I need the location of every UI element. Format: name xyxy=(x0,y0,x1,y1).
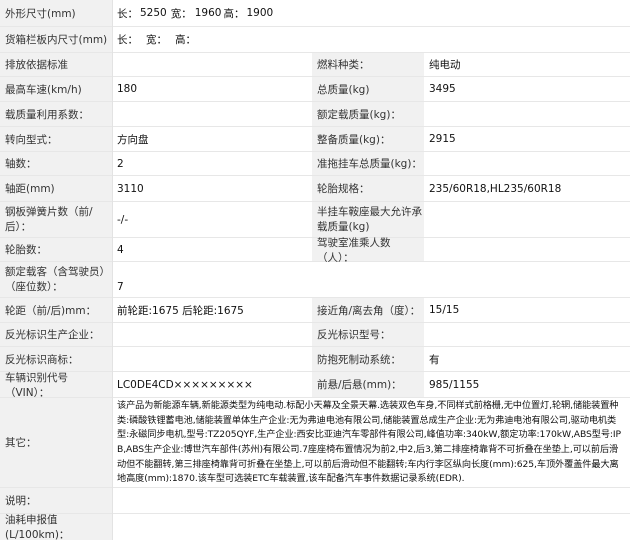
track-width-label: 轮距（前/后)mm： xyxy=(0,298,112,322)
cargo-width-label: 宽： xyxy=(146,34,167,46)
cargo-box-label: 货箱栏板内尺寸(mm) xyxy=(0,27,112,52)
row-reflector-abs: 反光标识商标： 防抱死制动系统： 有 xyxy=(0,347,630,372)
rated-load-label: 额定载质量(kg)： xyxy=(312,102,424,126)
tire-spec-label: 轮胎规格： xyxy=(312,176,424,201)
column-divider-left xyxy=(112,0,113,540)
reflector-model-label: 反光标识型号： xyxy=(312,323,424,346)
approach-departure-value: 15/15 xyxy=(424,298,630,322)
fuel-consumption-value xyxy=(112,514,630,540)
tire-spec-value: 235/60R18,HL235/60R18 xyxy=(424,176,630,201)
track-width-value: 前轮距:1675 后轮距:1675 xyxy=(112,298,312,322)
row-reflector-mfr: 反光标识生产企业： 反光标识型号： xyxy=(0,323,630,347)
tire-count-value: 4 xyxy=(112,238,312,261)
row-vin-overhang: 车辆识别代号（VIN）： LC0DE4CD××××××××× 前悬/后悬(mm)… xyxy=(0,372,630,399)
width-label: 宽： xyxy=(170,7,192,20)
approach-departure-label: 接近角/离去角（度）： xyxy=(312,298,424,322)
row-axles-trailer: 轴数： 2 准拖挂车总质量(kg)： xyxy=(0,152,630,176)
row-speed-mass: 最高车速(km/h) 180 总质量(kg) 3495 xyxy=(0,77,630,102)
steering-type-value: 方向盘 xyxy=(112,127,312,151)
other-value: 该产品为新能源车辆,新能源类型为纯电动.标配小天幕及全景天幕.选装双色车身,不同… xyxy=(112,398,630,487)
emission-standard-value xyxy=(112,53,312,76)
rated-passengers-label: 额定载客（含驾驶员）（座位数）： xyxy=(0,262,112,297)
axle-count-label: 轴数： xyxy=(0,152,112,175)
leaf-spring-value: -/- xyxy=(112,202,312,237)
reflector-brand-label: 反光标识商标： xyxy=(0,347,112,371)
tire-count-label: 轮胎数： xyxy=(0,238,112,261)
trailer-mass-label: 准拖挂车总质量(kg)： xyxy=(312,152,424,175)
cargo-length-label: 长： xyxy=(117,34,138,46)
reflector-brand-value xyxy=(112,347,312,371)
row-rated-passengers: 额定载客（含驾驶员）（座位数）： 7 xyxy=(0,262,630,298)
max-speed-label: 最高车速(km/h) xyxy=(0,77,112,101)
load-utilization-value xyxy=(112,102,312,126)
wheelbase-label: 轴距(mm) xyxy=(0,176,112,201)
notes-label: 说明： xyxy=(0,488,112,513)
curb-mass-label: 整备质量(kg)： xyxy=(312,127,424,151)
fuel-type-label: 燃料种类： xyxy=(312,53,424,76)
row-steering-curb: 转向型式： 方向盘 整备质量(kg)： 2915 xyxy=(0,127,630,152)
row-springs-saddle: 钢板弹簧片数（前/后）： -/- 半挂车鞍座最大允许承载质量(kg) xyxy=(0,202,630,238)
reflector-model-value xyxy=(424,323,630,346)
wheelbase-value: 3110 xyxy=(112,176,312,201)
saddle-load-value xyxy=(424,202,630,237)
abs-label: 防抱死制动系统： xyxy=(312,347,424,371)
cab-seats-value xyxy=(424,238,630,261)
abs-value: 有 xyxy=(424,347,630,371)
other-label: 其它： xyxy=(0,398,112,487)
fuel-type-value: 纯电动 xyxy=(424,53,630,76)
height-value: 1900 xyxy=(246,7,274,19)
row-other: 其它： 该产品为新能源车辆,新能源类型为纯电动.标配小天幕及全景天幕.选装双色车… xyxy=(0,398,630,488)
row-notes: 说明： xyxy=(0,488,630,514)
vin-label: 车辆识别代号（VIN）： xyxy=(0,372,112,399)
trailer-mass-value xyxy=(424,152,630,175)
length-label: 长： xyxy=(117,7,138,20)
overhang-label: 前悬/后悬(mm)： xyxy=(312,372,424,397)
length-value: 5250 xyxy=(140,7,167,19)
gross-mass-value: 3495 xyxy=(424,77,630,101)
reflector-mfr-label: 反光标识生产企业： xyxy=(0,323,112,346)
load-utilization-label: 载质量利用系数： xyxy=(0,102,112,126)
cab-seats-label: 驾驶室准乘人数（人）： xyxy=(312,237,424,264)
vehicle-spec-sheet: 外形尺寸(mm) 长： 5250 宽： 1960 高： 1900 货箱栏板内尺寸… xyxy=(0,0,630,541)
saddle-load-label: 半挂车鞍座最大允许承载质量(kg) xyxy=(312,202,424,237)
curb-mass-value: 2915 xyxy=(424,127,630,151)
width-value: 1960 xyxy=(194,7,222,19)
emission-standard-label: 排放依据标准 xyxy=(0,53,112,76)
height-label: 高： xyxy=(223,7,245,20)
outer-dimensions-value: 长： 5250 宽： 1960 高： 1900 xyxy=(112,0,630,26)
vin-value: LC0DE4CD××××××××× xyxy=(112,372,312,397)
overhang-value: 985/1155 xyxy=(424,372,630,397)
axle-count-value: 2 xyxy=(112,152,312,175)
row-outer-dimensions: 外形尺寸(mm) 长： 5250 宽： 1960 高： 1900 xyxy=(0,0,630,27)
row-track-angles: 轮距（前/后)mm： 前轮距:1675 后轮距:1675 接近角/离去角（度）：… xyxy=(0,298,630,323)
leaf-spring-label: 钢板弹簧片数（前/后）： xyxy=(0,202,112,237)
row-emission-fuel: 排放依据标准 燃料种类： 纯电动 xyxy=(0,53,630,77)
max-speed-value: 180 xyxy=(112,77,312,101)
cargo-height-label: 高： xyxy=(175,34,196,46)
cargo-box-value: 长： 宽： 高： xyxy=(112,27,630,52)
outer-dimensions-label: 外形尺寸(mm) xyxy=(0,0,112,26)
notes-value xyxy=(112,488,630,513)
rated-load-value xyxy=(424,102,630,126)
row-utilization-load: 载质量利用系数： 额定载质量(kg)： xyxy=(0,102,630,127)
gross-mass-label: 总质量(kg) xyxy=(312,77,424,101)
row-tirecount-cab: 轮胎数： 4 驾驶室准乘人数（人）： xyxy=(0,237,630,264)
rated-passengers-value: 7 xyxy=(112,262,630,297)
row-cargo-box-dimensions: 货箱栏板内尺寸(mm) 长： 宽： 高： xyxy=(0,27,630,53)
reflector-mfr-value xyxy=(112,323,312,346)
row-fuel-consumption: 油耗申报值(L/100km)： xyxy=(0,514,630,541)
fuel-consumption-label: 油耗申报值(L/100km)： xyxy=(0,514,112,541)
row-wheelbase-tires: 轴距(mm) 3110 轮胎规格： 235/60R18,HL235/60R18 xyxy=(0,176,630,202)
steering-type-label: 转向型式： xyxy=(0,127,112,151)
